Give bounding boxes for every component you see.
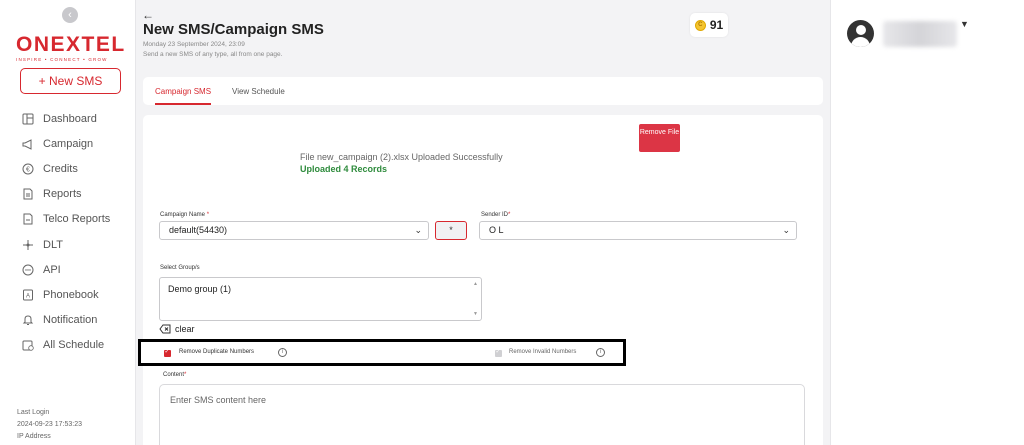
info-icon[interactable]: i (278, 348, 287, 357)
credits-value: 91 (709, 18, 724, 32)
sender-id-select[interactable]: O L ⌄ (479, 221, 797, 240)
last-login-label: Last Login (17, 409, 50, 416)
caret-down-icon[interactable]: ▼ (960, 19, 969, 29)
sender-id-value: O L (489, 225, 504, 235)
group-option[interactable]: Demo group (1) (168, 284, 231, 294)
credits-badge[interactable]: C 91 (690, 13, 728, 37)
user-panel: ▼ (830, 0, 1024, 445)
user-name-blurred (883, 21, 957, 47)
avatar[interactable] (847, 20, 874, 47)
sidebar-item-credits[interactable]: € Credits (22, 156, 110, 181)
remove-duplicates-checkbox[interactable] (164, 348, 171, 357)
phonebook-icon: A (22, 289, 34, 301)
sidebar-item-reports[interactable]: Reports (22, 182, 110, 207)
remove-file-button[interactable]: Remove File (639, 124, 680, 152)
upload-status-message: File new_campaign (2).xlsx Uploaded Succ… (300, 152, 503, 162)
schedule-icon (22, 339, 34, 351)
sidebar-item-phonebook[interactable]: A Phonebook (22, 282, 110, 307)
select-group-label: Select Group/s (160, 265, 200, 271)
sidebar-item-label: Reports (43, 188, 82, 201)
clear-groups-button[interactable]: clear (159, 324, 195, 334)
page-date: Monday 23 September 2024, 23:09 (143, 41, 245, 48)
tab-view-schedule[interactable]: View Schedule (232, 87, 285, 96)
tabs-bar: Campaign SMS View Schedule (143, 77, 823, 105)
info-icon[interactable]: i (596, 348, 605, 357)
credits-icon: € (22, 163, 34, 175)
number-filter-options: Remove Duplicate Numbers i Remove Invali… (138, 339, 626, 366)
last-login-value: 2024-09-23 17:53:23 (17, 421, 82, 428)
svg-text:€: € (26, 166, 30, 173)
content-label: Content* (163, 372, 187, 378)
sidebar-item-label: Credits (43, 162, 78, 175)
sidebar-item-telco-reports[interactable]: Telco Reports (22, 207, 110, 232)
svg-text:A: A (26, 293, 30, 299)
backspace-icon (159, 324, 171, 334)
scroll-down-icon[interactable]: ▼ (473, 311, 478, 317)
sender-id-label: Sender ID* (481, 212, 511, 218)
sidebar-item-label: Phonebook (43, 288, 99, 301)
remove-invalid-checkbox[interactable] (495, 348, 502, 357)
sidebar-item-api[interactable]: API (22, 257, 110, 282)
sms-content-box (159, 384, 805, 445)
sidebar-item-label: API (43, 263, 61, 276)
chevron-down-icon: ⌄ (414, 225, 422, 235)
sms-content-input[interactable] (160, 385, 804, 445)
sidebar-item-label: All Schedule (43, 339, 105, 352)
sidebar-item-label: Notification (43, 314, 98, 327)
scroll-up-icon[interactable]: ▲ (473, 281, 478, 287)
sidebar-item-campaign[interactable]: Campaign (22, 131, 110, 156)
chevron-down-icon: ⌄ (782, 225, 790, 235)
new-sms-button[interactable]: + New SMS (20, 68, 121, 94)
sidebar-item-label: Dashboard (43, 112, 97, 125)
dashboard-icon (22, 113, 34, 125)
sidebar-item-dashboard[interactable]: Dashboard (22, 106, 110, 131)
logo: ONEXTEL INSPIRE • CONNECT • GROW (16, 33, 126, 63)
remove-duplicates-label: Remove Duplicate Numbers (179, 349, 255, 355)
sidebar-item-label: DLT (43, 238, 63, 251)
sidebar-nav: Dashboard Campaign € Credits Reports Tel… (22, 106, 110, 358)
back-arrow-icon[interactable]: ← (142, 8, 154, 22)
bell-icon (22, 314, 34, 326)
page-subtitle: Send a new SMS of any type, all from one… (143, 51, 283, 58)
page-title: New SMS/Campaign SMS (143, 21, 324, 38)
logo-tagline: INSPIRE • CONNECT • GROW (16, 57, 108, 62)
logo-text: ONEXTEL (16, 33, 126, 56)
last-login-info: Last Login 2024-09-23 17:53:23 IP Addres… (17, 407, 82, 443)
telco-reports-icon (22, 213, 34, 225)
campaign-name-label: Campaign Name * (160, 212, 210, 218)
add-campaign-button[interactable]: * (435, 221, 467, 240)
sidebar: ‹ ONEXTEL INSPIRE • CONNECT • GROW + New… (0, 0, 136, 445)
sidebar-item-label: Campaign (43, 137, 94, 150)
ip-address-label: IP Address (17, 433, 51, 440)
megaphone-icon (22, 138, 34, 150)
upload-record-count: Uploaded 4 Records (300, 164, 388, 174)
clear-label: clear (175, 324, 195, 334)
campaign-name-select[interactable]: default(54430) ⌄ (159, 221, 429, 240)
collapse-sidebar-icon[interactable]: ‹ (62, 7, 78, 23)
group-multiselect[interactable]: Demo group (1) ▲ ▼ (159, 277, 482, 321)
api-icon (22, 264, 34, 276)
remove-invalid-label: Remove Invalid Numbers (509, 349, 577, 355)
reports-icon (22, 188, 34, 200)
sidebar-item-label: Telco Reports (43, 213, 111, 226)
sidebar-item-dlt[interactable]: DLT (22, 232, 110, 257)
sidebar-item-notification[interactable]: Notification (22, 308, 110, 333)
campaign-name-value: default(54430) (169, 225, 228, 235)
coin-icon: C (694, 19, 706, 31)
dlt-icon (22, 239, 34, 251)
sidebar-item-all-schedule[interactable]: All Schedule (22, 333, 110, 358)
tab-campaign-sms[interactable]: Campaign SMS (155, 87, 212, 105)
